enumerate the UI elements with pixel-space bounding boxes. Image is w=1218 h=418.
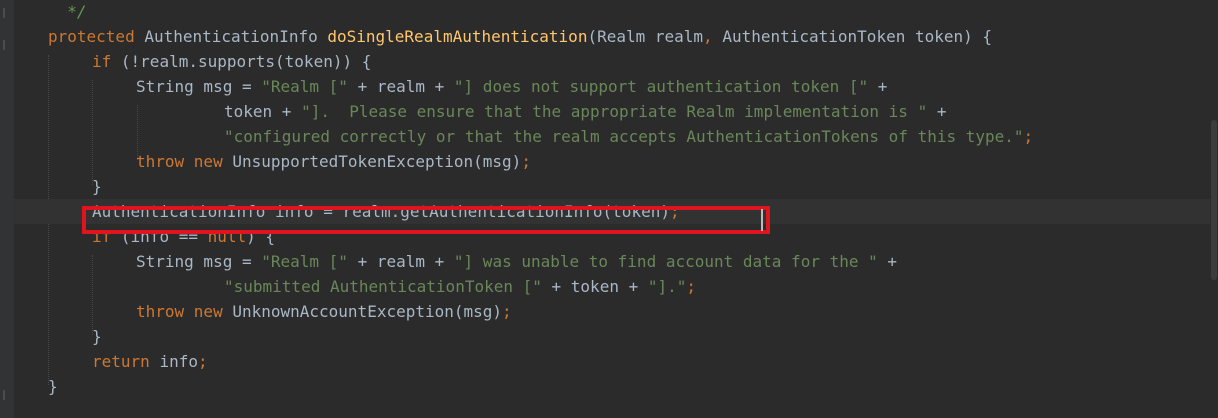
code-token: "]. Please ensure that the appropriate R… — [301, 102, 928, 121]
code-line[interactable]: String msg = "Realm [" + realm + "] was … — [14, 249, 1218, 274]
code-token: "Realm [" — [261, 77, 348, 96]
code-line-content: return info; — [92, 349, 208, 374]
code-token: protected — [48, 27, 145, 46]
code-line[interactable]: protected AuthenticationInfo doSingleRea… — [14, 24, 1218, 49]
code-token: null — [207, 227, 247, 246]
code-token: + token + — [541, 277, 648, 296]
code-token: String msg = — [136, 252, 262, 271]
code-token: info — [159, 352, 198, 371]
code-token: AuthenticationInfo — [144, 27, 328, 46]
code-line[interactable]: return info; — [14, 349, 1218, 374]
code-token: "Realm [" — [261, 252, 348, 271]
code-line[interactable]: } — [14, 174, 1218, 199]
code-token: ; — [502, 302, 512, 321]
code-token: "submitted AuthenticationToken [" — [224, 277, 542, 296]
code-token: ; — [197, 352, 208, 371]
code-editor[interactable]: */ protected AuthenticationInfo doSingleR… — [0, 0, 1218, 418]
code-line-content: String msg = "Realm [" + realm + "] does… — [136, 74, 887, 99]
code-token: (Realm realm — [587, 27, 704, 46]
code-line[interactable]: } — [14, 374, 1218, 399]
editor-gutter[interactable] — [0, 0, 14, 418]
code-token: + realm + — [347, 252, 454, 271]
code-token: throw new — [136, 152, 233, 171]
code-token: + realm + — [347, 77, 454, 96]
code-token: if — [92, 227, 121, 246]
code-token: + — [877, 252, 898, 271]
code-token: "configured correctly or that the realm … — [224, 127, 1024, 146]
code-line[interactable]: throw new UnknownAccountException(msg); — [14, 299, 1218, 324]
code-line[interactable]: if (!realm.supports(token)) { — [14, 49, 1218, 74]
scrollbar-thumb[interactable] — [1211, 120, 1217, 280]
code-line-content: if (!realm.supports(token)) { — [92, 49, 371, 74]
code-line-content: } — [92, 324, 102, 349]
code-line-content: "submitted AuthenticationToken [" + toke… — [224, 274, 696, 299]
code-line-content: token + "]. Please ensure that the appro… — [224, 99, 946, 124]
code-token: ; — [686, 277, 697, 296]
code-line[interactable]: "submitted AuthenticationToken [" + toke… — [14, 274, 1218, 299]
code-token: throw new — [136, 302, 233, 321]
code-line-content: "configured correctly or that the realm … — [224, 124, 1033, 149]
code-token: "] does not support authentication token… — [453, 77, 869, 96]
code-line-content: } — [48, 374, 58, 399]
code-token: } — [92, 177, 102, 196]
code-line-content: protected AuthenticationInfo doSingleRea… — [48, 24, 992, 49]
code-token: UnknownAccountException(msg) — [232, 302, 503, 321]
code-line-content: */ — [48, 0, 87, 24]
code-token: */ — [48, 2, 87, 21]
code-line[interactable]: throw new UnsupportedTokenException(msg)… — [14, 149, 1218, 174]
fold-marker[interactable] — [3, 390, 5, 400]
code-token: } — [92, 327, 102, 346]
code-token: AuthenticationToken token) { — [722, 27, 993, 46]
code-line[interactable]: token + "]. Please ensure that the appro… — [14, 99, 1218, 124]
code-token: String msg = — [136, 77, 262, 96]
code-token: UnsupportedTokenException(msg) — [232, 152, 522, 171]
code-token: ; — [1023, 127, 1034, 146]
code-line-content: throw new UnsupportedTokenException(msg)… — [136, 149, 531, 174]
code-token: } — [48, 377, 58, 396]
code-line[interactable]: String msg = "Realm [" + realm + "] does… — [14, 74, 1218, 99]
code-token: ; — [521, 152, 531, 171]
code-token: ) { — [246, 227, 276, 246]
code-token: return — [92, 352, 160, 371]
code-token: (!realm.supports(token)) { — [120, 52, 372, 71]
code-line-content: if (info == null) { — [92, 224, 275, 249]
code-token: + — [868, 77, 888, 96]
code-token: AuthenticationInfo info = realm.getAuthe… — [92, 202, 670, 221]
code-token: , — [703, 27, 723, 46]
code-token: doSingleRealmAuthentication — [327, 27, 588, 46]
code-token: "]." — [647, 277, 687, 296]
code-token: token + — [224, 102, 302, 121]
code-line-content: AuthenticationInfo info = realm.getAuthe… — [92, 199, 680, 224]
code-line[interactable]: */ — [14, 0, 1218, 24]
code-token: ; — [669, 202, 680, 221]
code-line-content: String msg = "Realm [" + realm + "] was … — [136, 249, 897, 274]
code-line-content: } — [92, 174, 102, 199]
fold-marker[interactable] — [3, 8, 5, 18]
code-line[interactable]: "configured correctly or that the realm … — [14, 124, 1218, 149]
code-line-content: throw new UnknownAccountException(msg); — [136, 299, 512, 324]
code-token: + — [927, 102, 947, 121]
code-line[interactable]: if (info == null) { — [14, 224, 1218, 249]
code-token: "] was unable to find account data for t… — [453, 252, 878, 271]
code-line[interactable]: AuthenticationInfo info = realm.getAuthe… — [14, 199, 1218, 224]
code-token: if — [92, 52, 121, 71]
text-cursor — [761, 209, 763, 231]
code-line[interactable]: } — [14, 324, 1218, 349]
vertical-scrollbar[interactable] — [1210, 0, 1218, 418]
fold-marker[interactable] — [3, 40, 5, 50]
code-token: (info == — [120, 227, 208, 246]
